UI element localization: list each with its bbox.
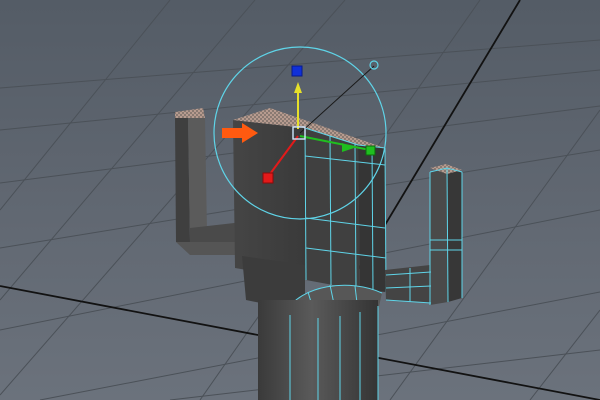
3d-viewport[interactable] <box>0 0 600 400</box>
scene-canvas[interactable] <box>0 0 600 400</box>
up-cube-handle-icon[interactable] <box>291 65 303 77</box>
right-arm[interactable] <box>385 164 463 305</box>
cylinder-base[interactable] <box>258 300 379 400</box>
camera-handle-icon[interactable] <box>369 60 379 70</box>
